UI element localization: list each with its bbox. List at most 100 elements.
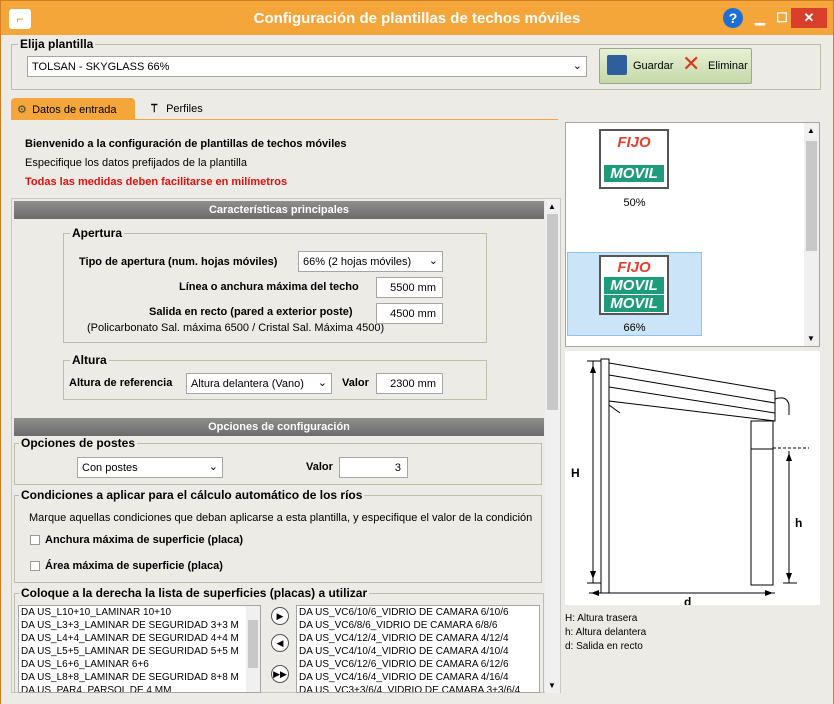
label-h: h <box>795 516 802 530</box>
save-label: Guardar <box>633 60 674 72</box>
thumbnails-scroll-thumb[interactable] <box>806 141 817 251</box>
conditions-title: Condiciones a aplicar para el cálculo au… <box>19 488 365 502</box>
window-title: Configuración de plantillas de techos mó… <box>253 10 581 27</box>
list-item[interactable]: DA US_L3+3_LAMINAR DE SEGURIDAD 3+3 M <box>19 619 260 632</box>
tab-underline <box>11 119 558 120</box>
welcome-text: Bienvenido a la configuración de plantil… <box>25 138 347 150</box>
delete-button[interactable]: ✕ Eliminar <box>678 50 750 82</box>
move-right-button[interactable]: ▶ <box>271 607 289 625</box>
scroll-down-icon: ▼ <box>548 681 556 690</box>
tab-perfiles[interactable]: ⟙ Perfiles <box>145 98 225 120</box>
minimize-button[interactable]: ▁ <box>749 8 771 28</box>
max-area-condition-label: Área máxima de superficie (placa) <box>45 560 223 572</box>
label-H: H <box>571 466 580 480</box>
opening-type-select[interactable]: 66% (2 hojas móviles) ⌄ <box>298 251 443 272</box>
legend-h: h: Altura delantera <box>565 627 647 638</box>
chevron-right-icon: ▶ <box>276 611 284 621</box>
thumbnails-scrollbar[interactable]: ▲ ▼ <box>804 123 819 346</box>
list-item[interactable]: DA US_VC3+3/6/4_VIDRIO DE CAMARA 3+3/6/4 <box>297 684 539 692</box>
config-options-header: Opciones de configuración <box>14 418 544 436</box>
legend-d: d: Salida en recto <box>565 641 643 652</box>
floppy-disk-icon <box>607 55 627 75</box>
plate-row-fijo: FIJO <box>617 134 651 151</box>
postes-value-label: Valor <box>306 461 333 473</box>
scroll-down-icon: ▼ <box>807 334 815 343</box>
delete-label: Eliminar <box>708 60 748 72</box>
list-item[interactable]: DA US_L8+8_LAMINAR DE SEGURIDAD 8+8 M <box>19 671 260 684</box>
ref-height-select[interactable]: Altura delantera (Vano) ⌄ <box>186 373 332 394</box>
list-item[interactable]: DA US_L5+5_LAMINAR DE SEGURIDAD 5+5 M <box>19 645 260 658</box>
list-item[interactable]: DA US_L4+4_LAMINAR DE SEGURIDAD 4+4 M <box>19 632 260 645</box>
thumbnail-66-caption: 66% <box>623 322 646 334</box>
title-bar: ⌐ Configuración de plantillas de techos … <box>1 1 833 35</box>
max-width-input[interactable]: 5500 mm <box>376 277 443 298</box>
postes-value-input[interactable]: 3 <box>339 457 408 478</box>
ref-height-label: Altura de referencia <box>69 377 173 389</box>
thumbnail-50-image: FIJO MOVIL <box>599 129 669 189</box>
help-button[interactable]: ? <box>723 8 743 28</box>
list-item[interactable]: DA US_VC4/16/4_VIDRIO DE CAMARA 4/16/4 <box>297 671 539 684</box>
plate-row-movil: MOVIL <box>604 277 664 294</box>
exit-label: Salida en recto (pared a exterior poste) <box>149 306 353 318</box>
postes-title: Opciones de postes <box>19 436 138 450</box>
ref-height-value: Altura delantera (Vano) <box>191 378 304 390</box>
panel-scroll-thumb[interactable] <box>547 214 558 410</box>
height-value-label: Valor <box>342 377 369 389</box>
move-left-button[interactable]: ◀ <box>271 634 289 652</box>
list-item[interactable]: DA US_VC6/10/6_VIDRIO DE CAMARA 6/10/6 <box>297 606 539 619</box>
delete-x-icon: ✕ <box>682 51 701 76</box>
max-width-condition-label: Anchura máxima de superficie (placa) <box>45 534 244 546</box>
main-features-header: Características principales <box>14 201 544 219</box>
list-item[interactable]: DA US_VC6/12/6_VIDRIO DE CAMARA 6/12/6 <box>297 658 539 671</box>
available-list-scrollbar[interactable] <box>246 606 260 692</box>
list-item[interactable]: DA US_VC4/12/4_VIDRIO DE CAMARA 4/12/4 <box>297 632 539 645</box>
surfaces-title: Coloque a la derecha la lista de superfi… <box>19 586 370 600</box>
label-d: d <box>684 595 691 605</box>
available-surfaces-list[interactable]: DA US_L10+10_LAMINAR 10+10 DA US_L3+3_LA… <box>18 605 261 693</box>
double-chevron-right-icon: ▶▶ <box>273 669 287 679</box>
tab-perfiles-label: Perfiles <box>166 103 203 115</box>
apertura-title: Apertura <box>70 226 125 240</box>
template-group-title: Elija plantilla <box>18 37 96 51</box>
specify-text: Especifique los datos prefijados de la p… <box>25 157 247 169</box>
selected-surfaces-list[interactable]: DA US_VC6/10/6_VIDRIO DE CAMARA 6/10/6 D… <box>296 605 540 693</box>
postes-select[interactable]: Con postes ⌄ <box>77 457 223 478</box>
list-item[interactable]: DA US_L10+10_LAMINAR 10+10 <box>19 606 260 619</box>
main-window: ⌐ Configuración de plantillas de techos … <box>0 0 834 704</box>
exit-input[interactable]: 4500 mm <box>376 303 443 324</box>
chevron-left-icon: ◀ <box>276 638 284 648</box>
roof-diagram-drawing: H h d <box>571 358 809 609</box>
chevron-down-icon: ⌄ <box>428 255 438 267</box>
list-item[interactable]: DA US_VC6/8/6_VIDRIO DE CAMARA 6/8/6 <box>297 619 539 632</box>
maximize-button[interactable]: ☐ <box>771 8 793 28</box>
height-value-input[interactable]: 2300 mm <box>376 373 443 394</box>
plate-row-fijo: FIJO <box>617 259 651 276</box>
list-item[interactable]: DA US_PAR4_PARSOL DE 4 MM <box>19 684 260 692</box>
move-all-right-button[interactable]: ▶▶ <box>271 665 289 683</box>
conditions-desc: Marque aquellas condiciones que deban ap… <box>29 512 533 524</box>
close-button[interactable]: ✕ <box>791 8 827 28</box>
opening-type-label: Tipo de apertura (num. hojas móviles) <box>79 256 278 268</box>
thumbnail-50[interactable]: FIJO MOVIL 50% <box>567 125 702 215</box>
available-list-scroll-thumb[interactable] <box>248 620 258 668</box>
max-area-checkbox[interactable] <box>30 561 40 571</box>
max-width-checkbox[interactable] <box>30 535 40 545</box>
panel-scrollbar[interactable]: ▲ ▼ <box>545 199 560 693</box>
profile-icon: ⟙ <box>151 103 158 115</box>
scroll-up-icon: ▲ <box>548 202 556 211</box>
list-item[interactable]: DA US_VC4/10/4_VIDRIO DE CAMARA 4/10/4 <box>297 645 539 658</box>
thumbnail-50-caption: 50% <box>623 197 646 209</box>
thumbnail-66[interactable]: FIJO MOVIL MOVIL 66% <box>567 252 702 336</box>
postes-select-value: Con postes <box>82 462 138 474</box>
plate-row-movil: MOVIL <box>604 165 664 182</box>
tab-datos-entrada[interactable]: ⚙ Datos de entrada <box>11 98 135 120</box>
scroll-up-icon: ▲ <box>807 126 815 135</box>
save-button[interactable]: Guardar <box>601 50 674 82</box>
chevron-down-icon: ⌄ <box>317 377 327 389</box>
legend-H: H: Altura trasera <box>565 613 638 624</box>
list-item[interactable]: DA US_L6+6_LAMINAR 6+6 <box>19 658 260 671</box>
max-width-label: Línea o anchura máxima del techo <box>179 281 359 293</box>
chevron-down-icon: ⌄ <box>572 60 582 72</box>
template-select[interactable]: TOLSAN - SKYGLASS 66% ⌄ <box>27 56 587 77</box>
gear-icon: ⚙ <box>17 104 27 116</box>
